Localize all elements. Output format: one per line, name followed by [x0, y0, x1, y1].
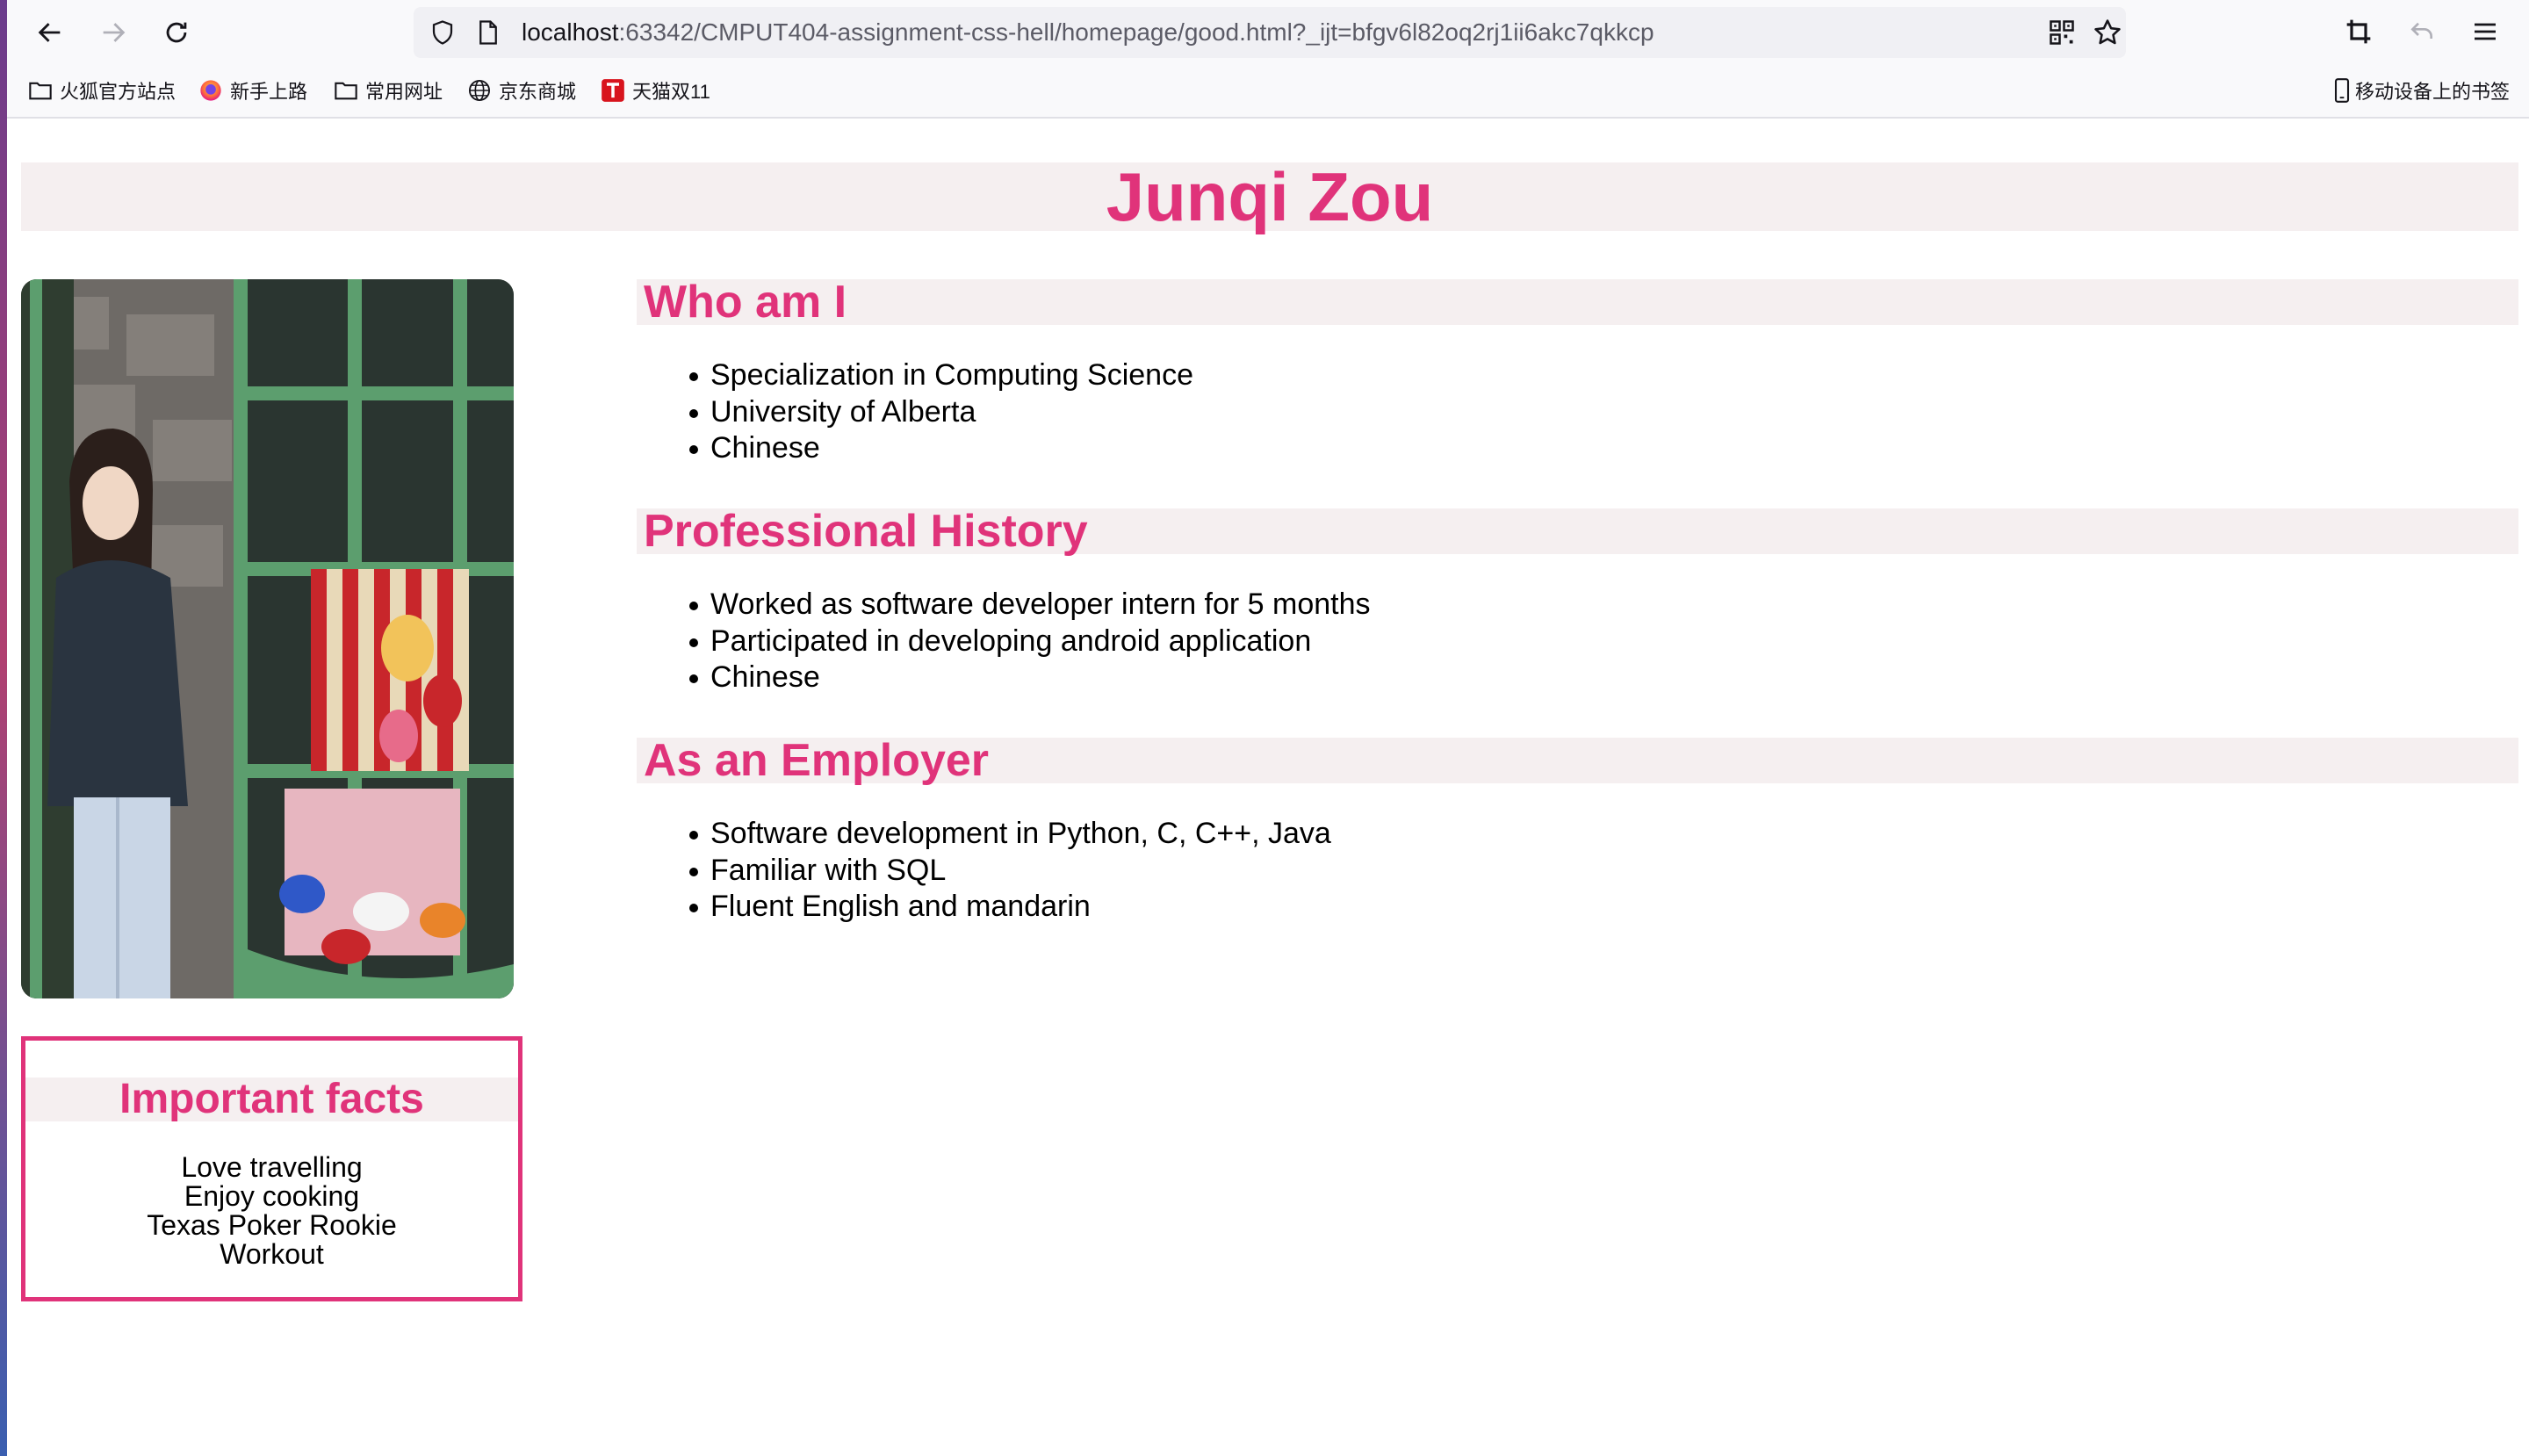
- bookmark-label: 新手上路: [230, 81, 308, 103]
- name-banner: Junqi Zou: [21, 162, 2518, 231]
- section-list-as-an-employer: Software development in Python, C, C++, …: [677, 816, 1331, 926]
- back-button[interactable]: [30, 12, 70, 53]
- screenshot-button[interactable]: [2341, 14, 2376, 49]
- folder-icon: [28, 78, 53, 103]
- fact-item: Texas Poker Rookie: [147, 1209, 397, 1241]
- section-header-professional-history: Professional History: [637, 508, 2518, 554]
- bookmark-star-icon[interactable]: [2093, 18, 2122, 47]
- reload-icon: [166, 22, 187, 43]
- list-item: Fluent English and mandarin: [677, 889, 1331, 926]
- undo-button[interactable]: [2404, 14, 2439, 49]
- list-item: University of Alberta: [677, 394, 1193, 431]
- list-item: Software development in Python, C, C++, …: [677, 816, 1331, 853]
- page-info-icon[interactable]: [477, 19, 500, 46]
- desktop-edge: [0, 0, 7, 1456]
- bookmark-label: 火狐官方站点: [60, 81, 177, 103]
- fact-item: Love travelling: [181, 1151, 363, 1183]
- facts-title: Important facts: [25, 1078, 518, 1121]
- forward-arrow-icon: [103, 23, 126, 42]
- bookmark-label: 京东商城: [499, 81, 577, 103]
- bookmark-label: 天猫双11: [632, 81, 710, 103]
- address-bar[interactable]: localhost:63342/CMPUT404-assignment-css-…: [414, 7, 2126, 58]
- url-path: :63342/CMPUT404-assignment-css-hell/home…: [618, 18, 1654, 46]
- mobile-bookmarks[interactable]: 移动设备上的书签: [2332, 70, 2510, 111]
- fact-item: Workout: [220, 1238, 324, 1270]
- browser-chrome: localhost:63342/CMPUT404-assignment-css-…: [7, 0, 2529, 119]
- globe-icon: [467, 78, 492, 103]
- tmall-icon: [601, 78, 625, 103]
- tracking-shield-icon[interactable]: [429, 19, 456, 46]
- list-item: Worked as software developer intern for …: [677, 587, 1371, 623]
- page-content: Junqi Zou Important facts Love travellin…: [7, 119, 2529, 1456]
- profile-photo: [21, 279, 514, 998]
- mobile-bookmarks-label: 移动设备上的书签: [2355, 81, 2511, 103]
- url-text[interactable]: localhost:63342/CMPUT404-assignment-css-…: [522, 7, 1654, 58]
- bookmark-item[interactable]: 常用网址: [334, 70, 443, 111]
- hamburger-menu-icon: [2475, 23, 2496, 40]
- list-item: Chinese: [677, 660, 1371, 696]
- list-item: Chinese: [677, 430, 1193, 467]
- back-arrow-icon: [38, 23, 61, 42]
- firefox-icon: [198, 78, 223, 103]
- section-title: As an Employer: [644, 735, 990, 786]
- forward-button[interactable]: [93, 12, 133, 53]
- section-header-who-am-i: Who am I: [637, 279, 2518, 325]
- section-title: Professional History: [644, 506, 1088, 557]
- facts-list: Love travelling Enjoy cooking Texas Poke…: [25, 1153, 518, 1269]
- bookmark-item[interactable]: 火狐官方站点: [28, 70, 176, 111]
- fact-item: Enjoy cooking: [184, 1180, 360, 1212]
- bookmark-item[interactable]: 天猫双11: [601, 70, 710, 111]
- list-item: Familiar with SQL: [677, 853, 1331, 890]
- bookmark-label: 常用网址: [365, 81, 443, 103]
- menu-button[interactable]: [2468, 14, 2503, 49]
- browser-toolbar: localhost:63342/CMPUT404-assignment-css-…: [7, 0, 2529, 65]
- section-list-professional-history: Worked as software developer intern for …: [677, 587, 1371, 696]
- page-title: Junqi Zou: [1106, 158, 1434, 235]
- url-host: localhost: [522, 18, 619, 46]
- important-facts-box: Important facts Love travelling Enjoy co…: [21, 1036, 522, 1301]
- folder-icon: [334, 78, 358, 103]
- bookmark-item[interactable]: 新手上路: [198, 70, 307, 111]
- section-header-as-an-employer: As an Employer: [637, 738, 2518, 783]
- bookmark-item[interactable]: 京东商城: [467, 70, 576, 111]
- list-item: Specialization in Computing Science: [677, 357, 1193, 394]
- qr-code-icon[interactable]: [2049, 19, 2075, 46]
- section-list-who-am-i: Specialization in Computing Science Univ…: [677, 357, 1193, 467]
- list-item: Participated in developing android appli…: [677, 623, 1371, 660]
- mobile-device-icon: [2332, 78, 2352, 103]
- section-title: Who am I: [644, 277, 847, 328]
- reload-button[interactable]: [156, 12, 197, 53]
- crop-icon: [2346, 19, 2371, 44]
- undo-icon: [2410, 22, 2432, 39]
- bookmarks-toolbar: 火狐官方站点 新手上路 常用网址 京东商城 天猫双11 移动设备上的书签: [7, 70, 2529, 111]
